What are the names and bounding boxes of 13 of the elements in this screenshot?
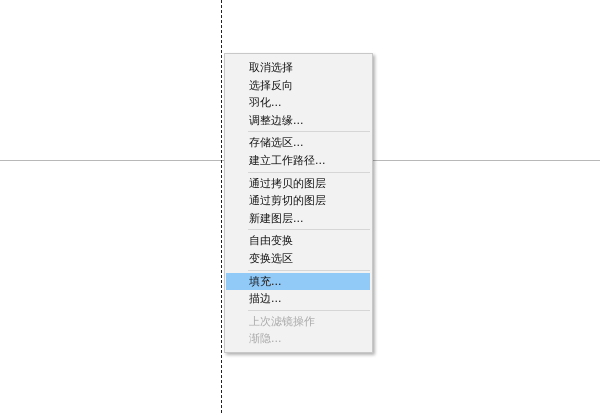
menu-item[interactable]: 存储选区... xyxy=(226,134,370,152)
menu-item[interactable]: 描边... xyxy=(226,290,370,308)
menu-item[interactable]: 变换选区 xyxy=(226,250,370,268)
menu-item[interactable]: 通过剪切的图层 xyxy=(226,192,370,210)
menu-item[interactable]: 通过拷贝的图层 xyxy=(226,174,370,192)
menu-item[interactable]: 新建图层... xyxy=(226,210,370,228)
menu-item[interactable]: 羽化... xyxy=(226,94,370,112)
menu-item[interactable]: 自由变换 xyxy=(226,232,370,250)
menu-item[interactable]: 填充... xyxy=(226,272,370,290)
menu-item[interactable]: 选择反向 xyxy=(226,76,370,94)
menu-item[interactable]: 建立工作路径... xyxy=(226,152,370,170)
menu-item[interactable]: 取消选择 xyxy=(226,59,370,77)
menu-item[interactable]: 调整边缘... xyxy=(226,112,370,130)
